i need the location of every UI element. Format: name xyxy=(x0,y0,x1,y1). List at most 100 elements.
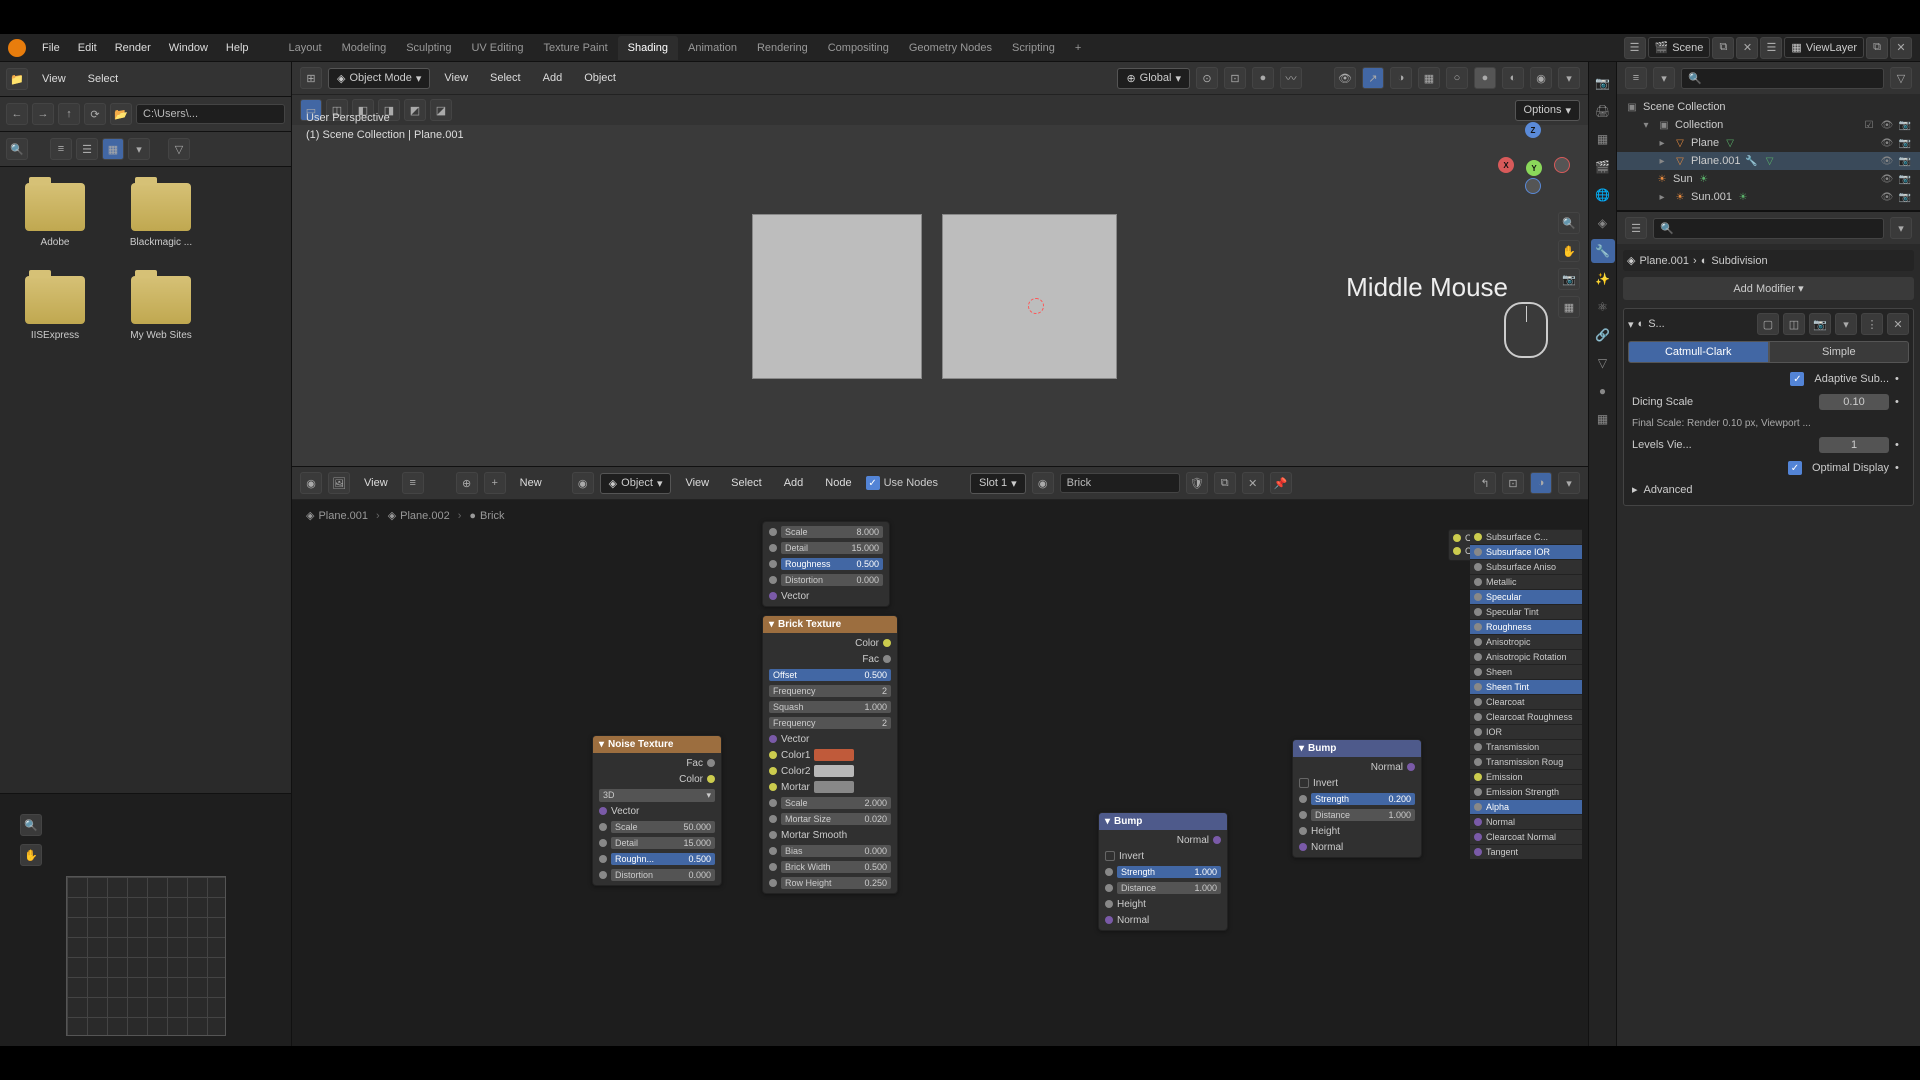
shade-solid-icon[interactable]: ● xyxy=(1474,67,1496,89)
ne-shader-type-icon[interactable]: ⊕ xyxy=(456,472,478,494)
scale-input[interactable]: Scale50.000 xyxy=(611,821,715,833)
folder-item[interactable]: IISExpress xyxy=(16,276,94,341)
gizmo-neg-x-icon[interactable] xyxy=(1554,157,1570,173)
frequency2-input[interactable]: Frequency2 xyxy=(769,717,891,729)
vp-select-menu[interactable]: Select xyxy=(482,68,529,88)
material-copy-icon[interactable]: ⧉ xyxy=(1214,472,1236,494)
tab-modeling[interactable]: Modeling xyxy=(332,36,397,60)
menu-window[interactable]: Window xyxy=(161,38,216,58)
outliner-item[interactable]: ☀ Sun ☀ 👁📷 xyxy=(1617,170,1920,188)
outliner-scene-collection[interactable]: ▣ Scene Collection xyxy=(1617,98,1920,116)
material-unlink-icon[interactable]: ✕ xyxy=(1242,472,1264,494)
tab-geometrynodes[interactable]: Geometry Nodes xyxy=(899,36,1002,60)
camera-icon[interactable]: 📷 xyxy=(1898,190,1912,204)
material-name-input[interactable]: Brick xyxy=(1060,473,1180,493)
node-title[interactable]: ▾ Brick Texture xyxy=(763,616,897,633)
fb-select-menu[interactable]: Select xyxy=(80,69,127,89)
invert-checkbox[interactable] xyxy=(1299,778,1309,788)
props-search-input[interactable]: 🔍 xyxy=(1653,218,1884,239)
prop-tab-physics[interactable]: ⚛ xyxy=(1591,295,1615,319)
camera-icon[interactable]: 📷 xyxy=(1898,136,1912,150)
outliner-item-active[interactable]: ▸ ▽ Plane.001 🔧 ▽ 👁📷 xyxy=(1617,152,1920,170)
strength-input[interactable]: Strength0.200 xyxy=(1311,793,1415,805)
camera-icon[interactable]: 📷 xyxy=(1898,172,1912,186)
viewport-editor-icon[interactable]: ⊞ xyxy=(300,67,322,89)
menu-render[interactable]: Render xyxy=(107,38,159,58)
pivot-icon[interactable]: ⊙ xyxy=(1196,67,1218,89)
prop-tab-viewlayer[interactable]: ▦ xyxy=(1591,127,1615,151)
menu-edit[interactable]: Edit xyxy=(70,38,105,58)
filebrowser-editor-icon[interactable]: 📁 xyxy=(6,68,28,90)
orientation-dropdown[interactable]: ⊕ Global ▾ xyxy=(1117,68,1190,89)
ne-parent-icon[interactable]: ↰ xyxy=(1474,472,1496,494)
overlay-toggle-icon[interactable]: ◑ xyxy=(1390,67,1412,89)
scale-input[interactable]: Scale2.000 xyxy=(781,797,891,809)
output-normal[interactable]: Normal xyxy=(1177,835,1209,846)
nav-refresh-icon[interactable]: ⟳ xyxy=(84,103,106,125)
mortar-swatch[interactable] xyxy=(814,781,854,793)
fb-view-menu[interactable]: View xyxy=(34,69,74,89)
scene-new-icon[interactable]: ⧉ xyxy=(1712,37,1734,59)
row-height-input[interactable]: Row Height0.250 xyxy=(781,877,891,889)
ne-overlay-opts-icon[interactable]: ▾ xyxy=(1558,472,1580,494)
bias-input[interactable]: Bias0.000 xyxy=(781,845,891,857)
mode-dropdown[interactable]: ◈ Object Mode ▾ xyxy=(328,68,430,89)
mod-delete-icon[interactable]: ✕ xyxy=(1887,313,1909,335)
camera-icon[interactable]: 📷 xyxy=(1898,154,1912,168)
distortion-input[interactable]: Distortion0.000 xyxy=(611,869,715,881)
prop-tab-constraint[interactable]: 🔗 xyxy=(1591,323,1615,347)
viewport-3d[interactable]: ⊞ ◈ Object Mode ▾ View Select Add Object… xyxy=(292,62,1588,467)
ne-view-menu-left[interactable]: View xyxy=(356,473,396,493)
offset-input[interactable]: Offset0.500 xyxy=(769,669,891,681)
shade-wire-icon[interactable]: ○ xyxy=(1446,67,1468,89)
scene-browse-icon[interactable]: ☰ xyxy=(1624,37,1646,59)
advanced-section[interactable]: ▸ Advanced xyxy=(1628,480,1909,499)
noise-texture-node-partial[interactable]: Scale8.000 Detail15.000 Roughness0.500 D… xyxy=(762,521,890,607)
subdiv-simple-button[interactable]: Simple xyxy=(1769,341,1910,363)
output-normal[interactable]: Normal xyxy=(1371,762,1403,773)
prop-tab-data[interactable]: ▽ xyxy=(1591,351,1615,375)
prop-tab-scene[interactable]: 🎬 xyxy=(1591,155,1615,179)
shade-material-icon[interactable]: ◐ xyxy=(1502,67,1524,89)
props-options-icon[interactable]: ▾ xyxy=(1890,217,1912,239)
adaptive-subdiv-toggle[interactable]: ✓Adaptive Sub...• xyxy=(1628,369,1909,389)
brick-width-input[interactable]: Brick Width0.500 xyxy=(781,861,891,873)
ne-view-menu[interactable]: View xyxy=(677,473,717,493)
ne-select-menu[interactable]: Select xyxy=(723,473,770,493)
folder-item[interactable]: Adobe xyxy=(16,183,94,248)
nav-newfolder-icon[interactable]: 📂 xyxy=(110,103,132,125)
use-nodes-toggle[interactable]: ✓Use Nodes xyxy=(866,476,938,490)
prop-tab-material[interactable]: ● xyxy=(1591,379,1615,403)
outliner-editor-icon[interactable]: ≡ xyxy=(1625,67,1647,89)
distance-input[interactable]: Distance1.000 xyxy=(1117,882,1221,894)
vp-object-menu[interactable]: Object xyxy=(576,68,624,88)
outliner-filter-icon[interactable]: ▽ xyxy=(1890,67,1912,89)
gizmo-z-icon[interactable]: Z xyxy=(1525,122,1541,138)
bc-item[interactable]: ● Brick xyxy=(469,510,504,522)
slot-dropdown[interactable]: Slot 1 ▾ xyxy=(970,473,1026,494)
folder-item[interactable]: My Web Sites xyxy=(122,276,200,341)
shade-rendered-icon[interactable]: ◉ xyxy=(1530,67,1552,89)
ne-tree-type-icon[interactable]: ◉ xyxy=(572,472,594,494)
viewlayer-delete-icon[interactable]: ✕ xyxy=(1890,37,1912,59)
mesh-plane[interactable] xyxy=(752,214,922,379)
tab-rendering[interactable]: Rendering xyxy=(747,36,818,60)
brick-texture-node[interactable]: ▾ Brick Texture Color Fac Offset0.500 Fr… xyxy=(762,615,898,894)
ne-object-dropdown[interactable]: ◈ Object ▾ xyxy=(600,473,672,494)
vp-add-menu[interactable]: Add xyxy=(535,68,571,88)
mod-render-icon[interactable]: 📷 xyxy=(1809,313,1831,335)
ne-new-button[interactable]: New xyxy=(512,473,550,493)
eye-icon[interactable]: 👁 xyxy=(1880,172,1894,186)
fb-display-list-icon[interactable]: ≡ xyxy=(50,138,72,160)
bc-item[interactable]: ◈ Plane.002 xyxy=(388,509,450,522)
ne-image-icon[interactable]: 🖼 xyxy=(328,472,350,494)
color2-swatch[interactable] xyxy=(814,765,854,777)
prop-tab-particles[interactable]: ✨ xyxy=(1591,267,1615,291)
viewlayer-new-icon[interactable]: ⧉ xyxy=(1866,37,1888,59)
menu-help[interactable]: Help xyxy=(218,38,257,58)
color1-swatch[interactable] xyxy=(814,749,854,761)
scene-delete-icon[interactable]: ✕ xyxy=(1736,37,1758,59)
dicing-scale-input[interactable]: 0.10 xyxy=(1819,394,1889,410)
nav-up-icon[interactable]: ↑ xyxy=(58,103,80,125)
tab-texturepaint[interactable]: Texture Paint xyxy=(533,36,617,60)
